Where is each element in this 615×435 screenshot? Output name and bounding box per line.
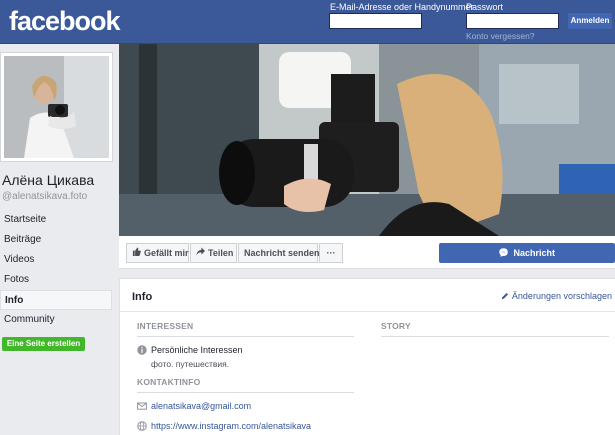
cover-photo[interactable]: [119, 44, 615, 236]
message-button[interactable]: Nachricht: [439, 243, 615, 263]
send-message-button[interactable]: Nachricht senden: [238, 243, 320, 263]
email-link[interactable]: alenatsikava@gmail.com: [151, 401, 251, 411]
profile-handle[interactable]: @alenatsikava.foto: [2, 191, 87, 203]
like-button[interactable]: Gefällt mir: [126, 243, 189, 263]
page-navigation: Startseite Beiträge Videos Fotos Info Co…: [0, 210, 112, 330]
password-label: Passwort: [466, 2, 504, 12]
info-circle-icon: [137, 345, 147, 355]
profile-photo: [4, 56, 109, 158]
email-input[interactable]: [329, 13, 422, 29]
profile-name: Алёна Цикава: [2, 172, 95, 188]
cover-photo-illustration: [119, 44, 615, 236]
more-options-button[interactable]: ···: [319, 243, 343, 263]
nav-item-videos[interactable]: Videos: [0, 250, 112, 270]
thumbs-up-icon: [132, 244, 141, 262]
page-action-bar: Gefällt mir Teilen Nachricht senden ··· …: [119, 236, 615, 269]
globe-icon: [137, 421, 147, 431]
story-rule: [381, 336, 609, 337]
top-bar: facebook E-Mail-Adresse oder Handynummer…: [0, 0, 615, 44]
share-label: Teilen: [208, 248, 234, 258]
envelope-icon: [137, 401, 147, 411]
interests-rule: [137, 336, 354, 337]
website-link[interactable]: https://www.instagram.com/alenatsikava: [151, 421, 311, 431]
suggest-edits-label: Änderungen vorschlagen: [511, 291, 612, 301]
facebook-logo[interactable]: facebook: [9, 6, 121, 36]
nav-item-startseite[interactable]: Startseite: [0, 210, 112, 230]
contact-rule: [137, 392, 354, 393]
like-label: Gefällt mir: [144, 248, 189, 258]
login-button[interactable]: Anmelden: [567, 12, 613, 30]
info-panel: Info Änderungen vorschlagen INTERESSEN S…: [119, 278, 615, 435]
info-title: Info: [132, 291, 153, 303]
interests-heading: INTERESSEN: [137, 321, 194, 331]
pencil-icon: [501, 292, 509, 302]
message-label: Nachricht: [513, 248, 556, 258]
interests-label: Persönliche Interessen: [151, 345, 243, 355]
create-page-button[interactable]: Eine Seite erstellen: [2, 337, 85, 351]
interests-value: фото. путешествия.: [151, 359, 230, 369]
password-input[interactable]: [466, 13, 559, 29]
profile-picture[interactable]: [0, 52, 113, 162]
forgot-account-link[interactable]: Konto vergessen?: [466, 31, 535, 41]
nav-item-community[interactable]: Community: [0, 310, 112, 330]
share-arrow-icon: [196, 244, 205, 262]
nav-item-fotos[interactable]: Fotos: [0, 270, 112, 290]
messenger-icon: [499, 245, 508, 263]
contact-heading: KONTAKTINFO: [137, 377, 201, 387]
info-divider: [120, 311, 615, 312]
story-heading: STORY: [381, 321, 411, 331]
share-button[interactable]: Teilen: [190, 243, 237, 263]
nav-item-beitraege[interactable]: Beiträge: [0, 230, 112, 250]
suggest-edits-link[interactable]: Änderungen vorschlagen: [501, 291, 612, 302]
nav-item-info[interactable]: Info: [0, 290, 112, 310]
email-label: E-Mail-Adresse oder Handynummer: [330, 2, 474, 12]
